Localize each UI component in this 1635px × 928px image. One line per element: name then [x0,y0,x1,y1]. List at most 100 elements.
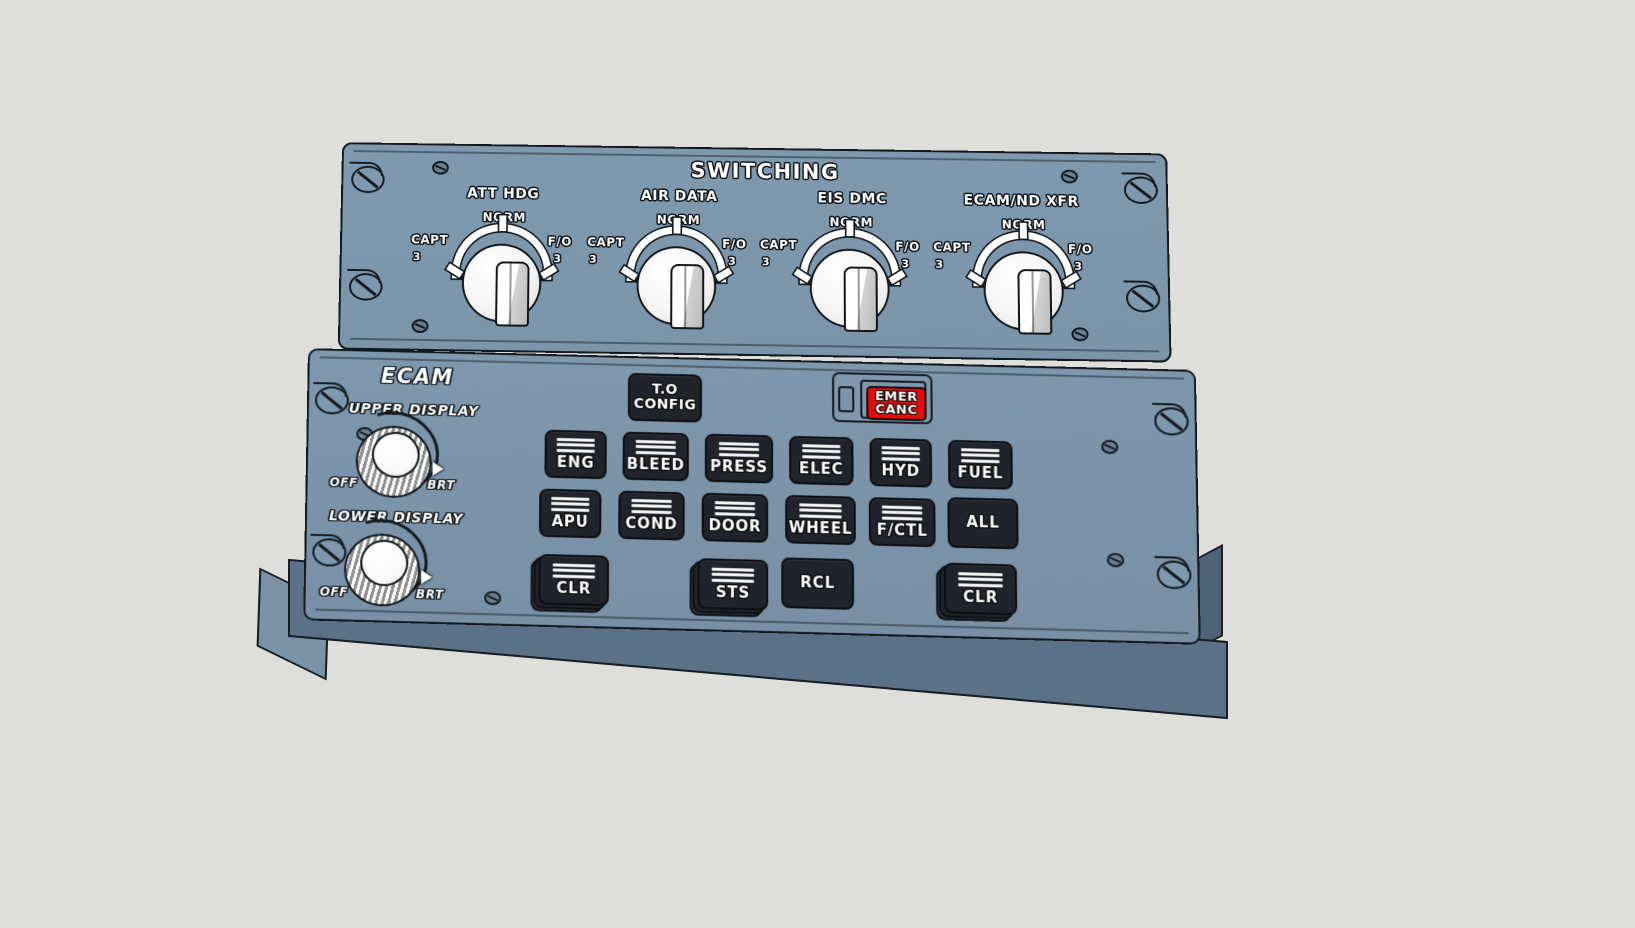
to-config-button[interactable]: T.O CONFIG [627,372,703,423]
selector-group-eis-dmc: EIS DMC NORM CAPT 3 F/O 3 [344,144,1165,333]
ecam-button-door[interactable]: DOOR [701,492,769,543]
selector-pos-capt-att-hdg: CAPT [411,232,449,247]
brightness-knob-cap [371,431,421,479]
brightness-pointer-icon [421,569,433,585]
selector-pos-capt3-air-data: 3 [589,252,598,266]
selector-pos-capt-eis-dmc: CAPT [759,237,798,253]
ecam-button-label: WHEEL [788,517,853,538]
selector-knob-grip [1017,269,1053,335]
ecam-button-wheel[interactable]: WHEEL [785,494,856,546]
selector-group-ecam-nd-xfr: ECAM/ND XFR NORM CAPT 3 F/O 3 [344,144,1165,335]
selector-pos-capt3-ecam-nd-xfr: 3 [935,257,944,271]
selector-pos-capt-ecam-nd-xfr: CAPT [933,240,971,255]
switching-title: SWITCHING [690,158,840,185]
screw-large-top-right [1123,176,1159,205]
ecam-button-press[interactable]: PRESS [704,433,774,484]
ecam-button-label: F/CTL [876,519,928,540]
selector-pos-fo3-eis-dmc: 3 [901,257,910,271]
ecam-button-all[interactable]: ALL [947,497,1019,550]
screw-small-right-upper [1101,439,1119,455]
emer-canc-label-line2: CANC [875,401,918,419]
selector-knob-base [809,248,890,333]
ecam-button-bleed[interactable]: BLEED [622,431,689,482]
ecam-button-rcl[interactable]: RCL [781,557,855,610]
ecam-button-label: DOOR [708,515,762,536]
ecam-button-fuel[interactable]: FUEL [947,439,1013,490]
screw-small-left-lower [484,590,502,606]
to-config-label-line2: CONFIG [633,395,697,414]
emer-canc-guard-latch[interactable] [838,386,855,413]
emer-canc-guard-housing: EMER CANC [832,371,933,425]
ecam-button-apu[interactable]: APU [538,488,602,539]
ecam-button-cond[interactable]: COND [618,490,685,541]
selector-group-air-data: AIR DATA NORM CAPT 3 F/O 3 [344,144,1165,330]
selector-knob-grip [670,263,705,330]
ecam-button-eng[interactable]: ENG [544,429,607,480]
ecam-button-lines-icon [557,437,595,453]
selector-knob-grip [495,261,530,327]
screw-large-top-left [350,165,385,194]
emer-canc-button[interactable]: EMER CANC [866,385,927,422]
ecam-button-sts[interactable]: STS [697,558,769,611]
screw-large-top-right [1154,406,1189,436]
ecam-button-lines-icon [882,505,923,521]
ecam-button-lines-icon [799,503,842,519]
selector-knob-att-hdg[interactable] [446,215,558,327]
ecam-button-label: PRESS [709,456,768,476]
selector-label-ecam-nd-xfr: ECAM/ND XFR [963,192,1080,210]
selector-pos-capt3-eis-dmc: 3 [761,255,771,269]
ecam-switching-panel-assembly: SWITCHING ATT HDG NORM CAPT 3 F/O 3 AIR … [0,0,1635,928]
ecam-button-label: HYD [881,460,921,480]
selector-tick-norm [1019,222,1027,239]
ecam-button-lines-icon [711,567,755,583]
ecam-button-label: BLEED [626,454,685,474]
ecam-button-clr-right[interactable]: CLR [943,562,1018,616]
selector-group-att-hdg: ATT HDG NORM CAPT 3 F/O 3 [344,144,1165,327]
brightness-pointer-icon [432,461,444,477]
ecam-button-label: ELEC [799,458,844,478]
ecam-button-elec[interactable]: ELEC [789,435,854,486]
brightness-knob-upper-display[interactable] [340,397,452,505]
ecam-button-label: COND [625,513,678,533]
selector-pos-fo3-att-hdg: 3 [553,252,562,266]
ecam-button-lines-icon [958,571,1003,588]
selector-knob-air-data[interactable] [620,217,733,330]
ecam-button-lines-icon [552,563,596,579]
selector-knob-ecam-nd-xfr[interactable] [967,222,1080,335]
brightness-knob-lower-display[interactable] [328,505,441,613]
selector-knob-eis-dmc[interactable] [793,220,906,333]
ecam-button-label: STS [715,582,751,602]
brightness-knob-cap [359,539,409,587]
ecam-button-lines-icon [631,498,672,514]
ecam-faceplate: ECAM UPPER DISPLAY OFF BRT LOWER DISPLAY… [303,348,1201,645]
plate-groove-bottom [349,337,1160,353]
selector-label-air-data: AIR DATA [641,188,718,205]
selector-tick-norm [499,215,507,232]
ecam-button-lines-icon [635,439,676,455]
ecam-button-lines-icon [551,496,589,512]
brightness-knurled-ring [355,424,433,499]
ecam-button-label: RCL [800,573,836,593]
ecam-button-lines-icon [718,441,760,457]
selector-label-eis-dmc: EIS DMC [817,190,887,208]
ecam-button-lines-icon [801,443,841,459]
switching-faceplate: SWITCHING ATT HDG NORM CAPT 3 F/O 3 AIR … [337,142,1172,363]
selector-label-att-hdg: ATT HDG [467,185,540,203]
selector-pos-fo3-air-data: 3 [728,254,737,268]
ecam-button-label: FUEL [957,462,1004,482]
selector-pos-capt3-att-hdg: 3 [412,250,422,264]
screw-small-right-lower [1106,552,1125,568]
ecam-button-label: APU [551,511,589,531]
selector-knob-base [636,245,717,330]
ecam-button-hyd[interactable]: HYD [869,437,933,488]
ecam-button-f-ctl[interactable]: F/CTL [868,497,936,548]
ecam-button-clr-left[interactable]: CLR [538,553,610,607]
ecam-title: ECAM [380,363,455,390]
ecam-button-label: ALL [966,512,1000,532]
ecam-button-label: ENG [556,452,595,472]
selector-knob-base [461,243,542,327]
ecam-button-label: CLR [556,578,592,598]
screw-small-bottom-left [411,319,429,334]
ecam-button-lines-icon [882,445,920,461]
screw-small-top-left [432,160,449,175]
